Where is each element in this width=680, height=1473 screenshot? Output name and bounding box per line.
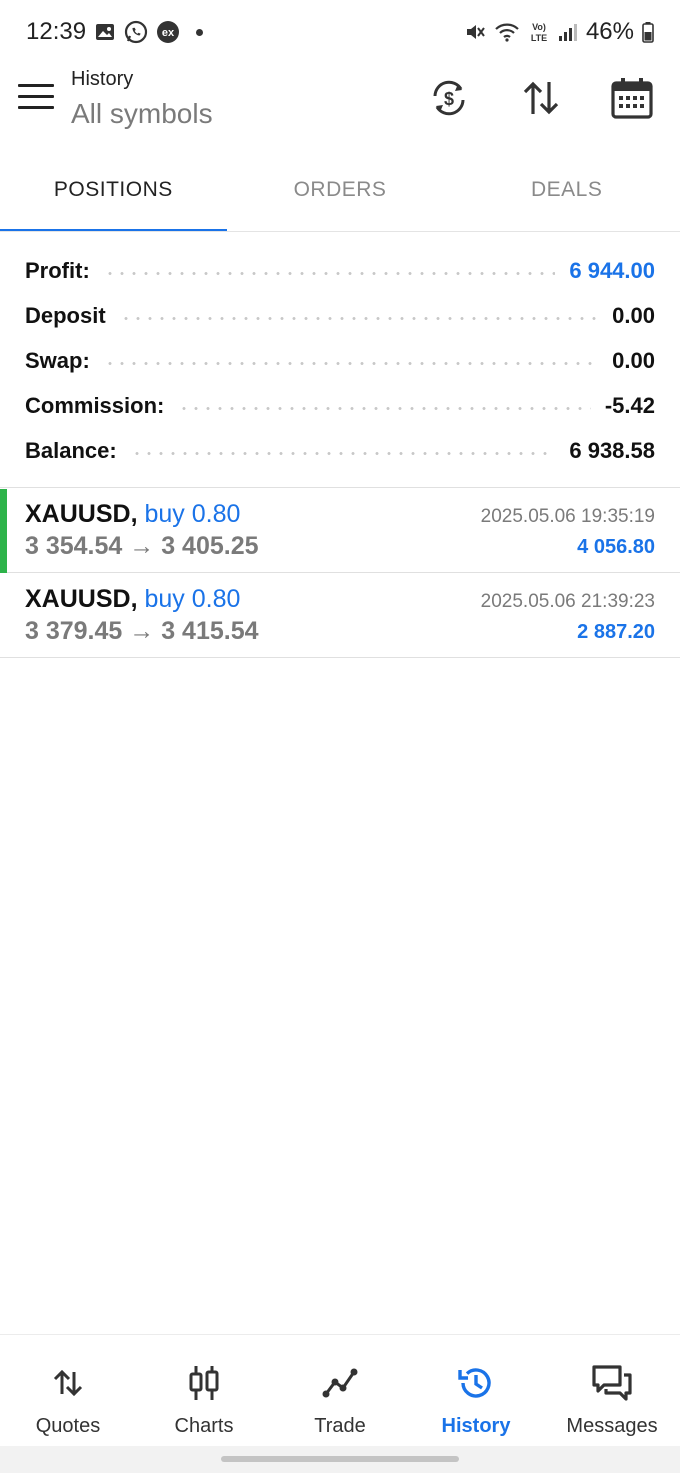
nav-quotes[interactable]: Quotes [0,1335,136,1447]
currency-exchange-icon[interactable]: $ [425,74,473,122]
position-symbol: XAUUSD, [25,585,138,613]
tab-positions[interactable]: POSITIONS [0,154,227,232]
summary-panel: Profit: 6 944.00 Deposit 0.00 Swap: 0.00… [0,248,680,473]
nav-label: History [441,1415,511,1437]
summary-value: -5.42 [604,392,655,418]
summary-label: Balance: [25,437,117,463]
summary-value: 0.00 [612,347,655,373]
sort-icon[interactable] [517,74,565,122]
nav-charts[interactable]: Charts [136,1335,272,1447]
tab-deals[interactable]: DEALS [453,154,680,232]
svg-text:Vo): Vo) [532,22,546,32]
trade-line-icon [321,1363,359,1403]
page-title: History [71,68,134,90]
menu-icon[interactable] [18,84,54,114]
position-row[interactable]: XAUUSD, buy 0.80 3 379.45 → 3 415.54 202… [0,573,680,657]
summary-value: 6 944.00 [569,257,655,283]
history-tabs: POSITIONS ORDERS DEALS [0,154,680,232]
position-profit: 4 056.80 [577,536,655,558]
position-profit: 2 887.20 [577,621,655,643]
status-bar: 12:39 ex Vo) LTE 46% [0,0,680,64]
wifi-icon [494,21,520,43]
summary-row-deposit: Deposit 0.00 [0,293,680,338]
dotted-leader [130,452,556,455]
mute-icon [464,21,486,43]
quotes-arrows-icon [51,1363,85,1403]
position-time: 2025.05.06 19:35:19 [480,506,655,527]
summary-label: Deposit [25,302,106,328]
position-row[interactable]: XAUUSD, buy 0.80 3 354.54 → 3 405.25 202… [0,488,680,573]
calendar-icon[interactable] [608,74,656,122]
position-symbol-line: XAUUSD, buy 0.80 [25,500,240,529]
notification-dot-icon [196,28,204,36]
nav-label: Quotes [35,1415,101,1437]
volte-icon: Vo) LTE [528,20,550,44]
status-left: 12:39 ex [26,18,204,46]
battery-icon [642,21,654,43]
profit-marker [0,489,7,573]
nav-label: Trade [314,1415,366,1437]
position-time: 2025.05.06 21:39:23 [480,591,655,612]
dotted-leader [178,407,591,410]
position-side: buy 0.80 [144,500,241,528]
app-header: History All symbols $ [0,64,680,154]
nav-history[interactable]: History [408,1335,544,1447]
summary-value: 0.00 [612,302,655,328]
dotted-leader [103,272,556,275]
status-right: Vo) LTE 46% [464,18,654,46]
nav-label: Messages [566,1415,658,1437]
tab-orders[interactable]: ORDERS [227,154,454,232]
position-symbol: XAUUSD, [25,500,138,528]
svg-text:$: $ [444,89,454,109]
gesture-area [0,1446,680,1473]
svg-text:LTE: LTE [531,33,547,43]
whatsapp-icon [124,20,148,44]
battery-percent: 46% [585,18,634,45]
gallery-icon [94,21,116,43]
summary-row-commission: Commission: -5.42 [0,383,680,428]
exness-icon: ex [156,20,180,44]
nav-trade[interactable]: Trade [272,1335,408,1447]
summary-row-profit: Profit: 6 944.00 [0,248,680,293]
bottom-nav: Quotes Charts Trade History Messages [0,1334,680,1447]
symbol-filter[interactable]: All symbols [71,98,213,130]
dotted-leader [119,317,599,320]
summary-label: Commission: [25,392,165,418]
candlestick-icon [187,1363,221,1403]
position-prices: 3 379.45 → 3 415.54 [25,617,259,645]
status-time: 12:39 [26,18,87,45]
divider [0,657,680,658]
nav-label: Charts [174,1415,234,1437]
summary-value: 6 938.58 [569,437,655,463]
summary-row-balance: Balance: 6 938.58 [0,428,680,473]
tabs-divider [0,231,680,232]
position-side: buy 0.80 [144,585,241,613]
history-clock-icon [457,1363,495,1403]
svg-text:ex: ex [162,27,175,39]
dotted-leader [103,362,599,365]
signal-icon [558,22,578,42]
positions-list: XAUUSD, buy 0.80 3 354.54 → 3 405.25 202… [0,487,680,658]
summary-row-swap: Swap: 0.00 [0,338,680,383]
nav-messages[interactable]: Messages [544,1335,680,1447]
position-prices: 3 354.54 → 3 405.25 [25,532,259,560]
position-symbol-line: XAUUSD, buy 0.80 [25,585,240,614]
summary-label: Profit: [25,257,90,283]
gesture-handle[interactable] [221,1456,459,1462]
summary-label: Swap: [25,347,90,373]
messages-icon [590,1363,634,1403]
